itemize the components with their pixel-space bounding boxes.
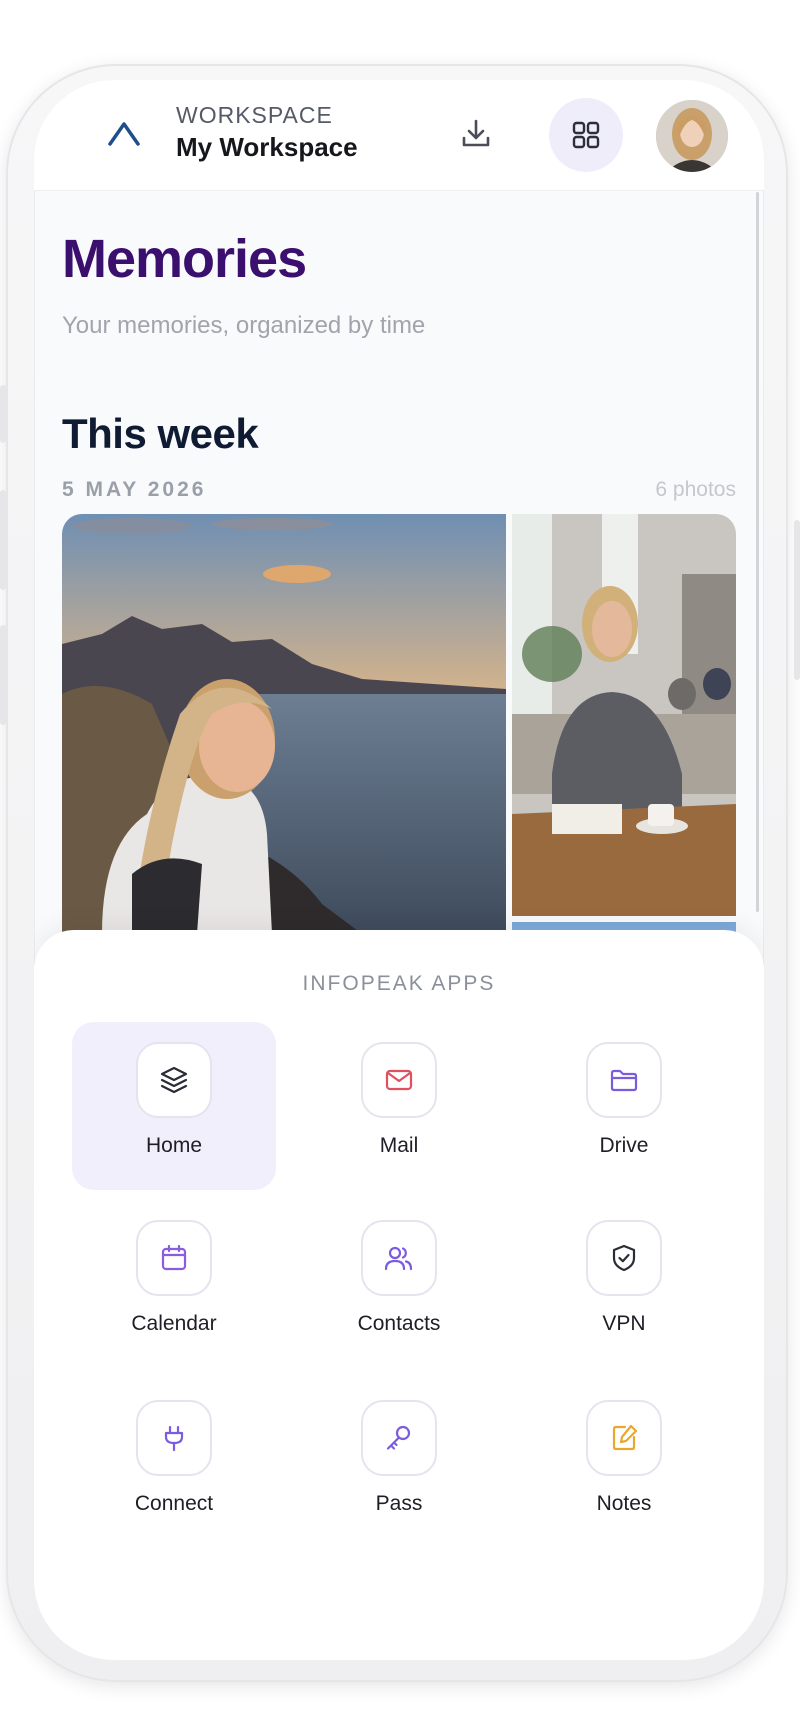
section-title: This week <box>62 410 259 457</box>
app-tile-connect[interactable]: Connect <box>72 1380 276 1548</box>
layers-icon <box>160 1066 188 1094</box>
workspace-switcher[interactable]: My Workspace <box>176 132 358 163</box>
app-tile-contacts[interactable]: Contacts <box>297 1200 501 1368</box>
app-tile-home[interactable]: Home <box>72 1022 276 1190</box>
page-subtitle: Your memories, organized by time <box>62 312 426 339</box>
photo-image <box>62 514 506 934</box>
app-tile-drive[interactable]: Drive <box>522 1022 726 1190</box>
phone-screen: WORKSPACE My Workspace Memories Your mem… <box>34 80 764 1660</box>
app-tile-pass[interactable]: Pass <box>297 1380 501 1548</box>
app-icon-box <box>361 1220 437 1296</box>
download-icon <box>462 119 490 147</box>
app-label: Pass <box>375 1492 423 1515</box>
plug-icon <box>164 1425 184 1452</box>
app-label: Drive <box>599 1134 649 1157</box>
shield-icon <box>612 1244 636 1272</box>
app-label: Notes <box>596 1492 652 1515</box>
photo-thumbnail-sunset-selfie[interactable] <box>62 514 506 934</box>
phone-side-button <box>0 385 6 443</box>
grid-icon <box>572 121 600 149</box>
avatar[interactable] <box>654 98 730 174</box>
app-icon-box <box>136 1042 212 1118</box>
app-label: Connect <box>134 1492 214 1515</box>
mail-icon <box>385 1069 413 1091</box>
app-icon-box <box>586 1400 662 1476</box>
page-title: Memories <box>62 229 307 289</box>
scrollbar[interactable] <box>756 192 759 912</box>
download-button[interactable] <box>452 110 500 158</box>
phone-side-button <box>0 625 6 725</box>
calendar-icon <box>161 1244 187 1271</box>
users-icon <box>384 1246 413 1271</box>
app-icon-box <box>586 1042 662 1118</box>
folder-icon <box>610 1069 638 1092</box>
app-icon-box <box>586 1220 662 1296</box>
photo-image <box>512 514 736 916</box>
app-label: Calendar <box>131 1312 217 1335</box>
app-label: Contacts <box>357 1312 441 1335</box>
section-date: 5 MAY 2026 <box>62 478 207 501</box>
app-label: VPN <box>602 1312 646 1335</box>
apps-sheet: INFOPEAK APPS Home Mail Drive Calendar C… <box>34 930 764 1660</box>
key-icon <box>386 1425 411 1450</box>
note-icon <box>612 1424 638 1451</box>
app-label: Mail <box>379 1134 419 1157</box>
app-tile-notes[interactable]: Notes <box>522 1380 726 1548</box>
phone-side-button <box>794 520 800 680</box>
avatar-image <box>656 100 728 172</box>
app-icon-box <box>361 1042 437 1118</box>
app-header: WORKSPACE My Workspace <box>34 80 764 191</box>
workspace-label: WORKSPACE <box>176 102 333 128</box>
chevron-up-icon[interactable] <box>104 116 144 150</box>
phone-side-button <box>0 490 6 590</box>
app-tile-calendar[interactable]: Calendar <box>72 1200 276 1368</box>
photo-thumbnail-cafe[interactable] <box>512 514 736 916</box>
app-label: Home <box>145 1134 203 1157</box>
app-icon-box <box>361 1400 437 1476</box>
app-tile-vpn[interactable]: VPN <box>522 1200 726 1368</box>
app-icon-box <box>136 1220 212 1296</box>
apps-sheet-title: INFOPEAK APPS <box>302 972 496 995</box>
photo-count: 6 photos <box>655 478 736 501</box>
apps-grid-button[interactable] <box>549 98 623 172</box>
app-icon-box <box>136 1400 212 1476</box>
app-tile-mail[interactable]: Mail <box>297 1022 501 1190</box>
